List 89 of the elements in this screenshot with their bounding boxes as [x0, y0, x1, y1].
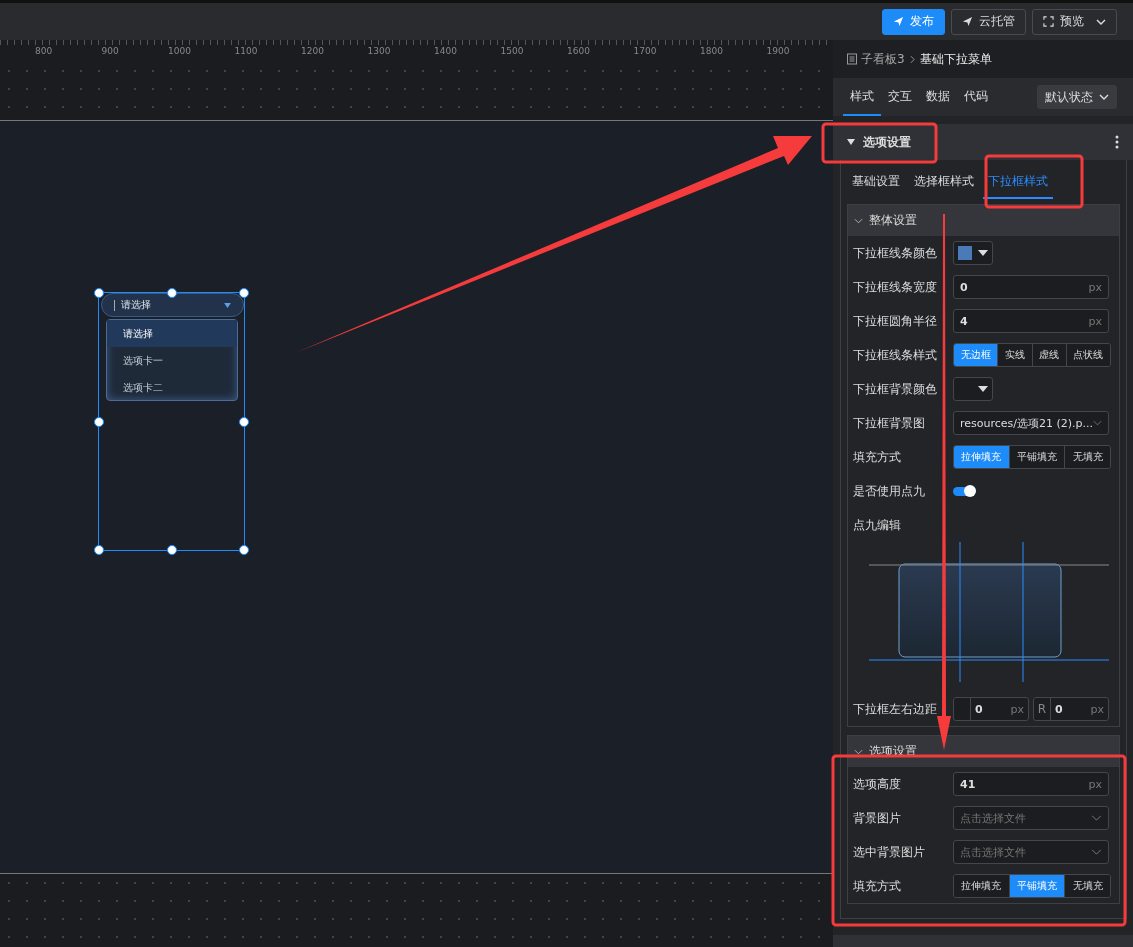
chevron-down-icon	[1091, 849, 1102, 855]
breadcrumb-current: 基础下拉菜单	[919, 50, 992, 68]
segment-option[interactable]: 拉伸填充	[954, 875, 1009, 897]
group-title: 整体设置	[869, 212, 917, 229]
chevron-right-icon	[909, 54, 915, 64]
chevron-down-icon	[854, 748, 863, 755]
group-header[interactable]: 整体设置	[848, 205, 1119, 236]
number-input[interactable]: R 0 px	[1033, 697, 1109, 721]
state-dropdown[interactable]: 默认状态	[1037, 85, 1117, 109]
section-title: 选项设置	[863, 133, 912, 151]
number-input[interactable]: 0 px	[953, 697, 1029, 721]
dropdown-option[interactable]: 选项卡二	[107, 374, 237, 401]
panel-tab[interactable]: 数据	[919, 78, 957, 116]
panel-tab[interactable]: 样式	[843, 78, 881, 116]
fullscreen-icon	[1043, 16, 1054, 27]
field-label: 点九编辑	[853, 517, 902, 534]
segment-option[interactable]: 平铺填充	[1008, 446, 1065, 468]
select-field[interactable]: resources/选项21 (2).p...	[953, 411, 1109, 435]
ruler-label: 1400	[434, 45, 458, 58]
field-label: 下拉框线条颜色	[853, 245, 938, 261]
field-label: 下拉框背景颜色	[853, 381, 938, 397]
number-input[interactable]: 41 px	[953, 772, 1109, 796]
side-label: R	[1037, 702, 1047, 716]
ruler-label: 1300	[367, 45, 392, 58]
chevron-down-icon	[1099, 94, 1109, 100]
more-icon[interactable]	[1115, 135, 1119, 149]
segment-option[interactable]: 无填充	[1064, 875, 1110, 897]
sub-tab[interactable]: 基础设置	[847, 165, 905, 199]
field-label: 选中背景图片	[853, 844, 926, 860]
ruler-label: 1500	[500, 45, 525, 58]
ruler-label: 1700	[633, 45, 658, 58]
paper-plane-icon	[893, 16, 904, 27]
segment-option[interactable]: 实线	[997, 344, 1032, 366]
field-label: 填充方式	[853, 449, 902, 465]
preview-button[interactable]: 预览	[1032, 8, 1117, 35]
field-label: 填充方式	[853, 878, 902, 894]
field-label: 下拉框线条样式	[853, 347, 938, 363]
resize-handle[interactable]	[166, 545, 177, 555]
dropdown-select[interactable]: 请选择	[101, 293, 244, 317]
select-field[interactable]: 点击选择文件	[953, 840, 1109, 864]
field-label: 下拉框线条宽度	[853, 279, 938, 295]
color-picker[interactable]	[953, 377, 993, 401]
field-label: 是否使用点九	[853, 483, 926, 499]
ruler-label: 1000	[168, 45, 192, 58]
caret-icon	[847, 139, 855, 145]
chevron-down-icon	[854, 217, 863, 224]
color-picker[interactable]	[953, 241, 993, 265]
ruler-label: 800	[35, 45, 54, 58]
ruler-label: 1200	[301, 45, 325, 58]
chevron-down-icon	[1096, 18, 1106, 25]
cloud-hosting-button[interactable]: 云托管	[951, 8, 1026, 35]
ruler-label: 1800	[700, 45, 724, 58]
dropdown-option[interactable]: 选项卡一	[107, 347, 237, 374]
triangle-down-icon	[978, 386, 988, 392]
resize-handle[interactable]	[94, 416, 104, 427]
ruler-label: 900	[101, 45, 120, 58]
paper-plane-icon	[962, 16, 973, 27]
ruler-label: 1600	[567, 45, 591, 58]
breadcrumb-link[interactable]: 子看板3	[861, 50, 905, 68]
resize-handle[interactable]	[239, 545, 249, 555]
field-label: 下拉框左右边距	[853, 701, 938, 717]
panel-tab[interactable]: 交互	[881, 78, 919, 116]
document-icon	[846, 53, 858, 65]
ruler-label: 1100	[234, 45, 259, 58]
segment-option[interactable]: 虚线	[1031, 344, 1066, 366]
select-field[interactable]: 点击选择文件	[953, 806, 1109, 830]
chevron-down-icon	[1091, 815, 1102, 821]
resize-handle[interactable]	[94, 545, 104, 555]
field-label: 背景图片	[853, 810, 902, 826]
number-input[interactable]: 0 px	[953, 275, 1109, 299]
triangle-down-icon	[978, 250, 988, 256]
triangle-down-icon	[224, 302, 231, 308]
segment-option[interactable]: 点状线	[1065, 344, 1110, 366]
resize-handle[interactable]	[239, 288, 249, 298]
field-label: 选项高度	[853, 776, 902, 792]
resize-handle[interactable]	[239, 416, 249, 427]
field-label: 下拉框圆角半径	[853, 313, 938, 329]
number-input[interactable]: 4 px	[953, 309, 1109, 333]
panel-tab[interactable]: 代码	[957, 78, 995, 116]
section-header[interactable]: 选项设置	[833, 124, 1133, 160]
dropdown-option[interactable]: 请选择	[107, 320, 237, 347]
segment-option[interactable]: 无填充	[1064, 446, 1110, 468]
field-label: 下拉框背景图	[853, 415, 926, 431]
sub-tab[interactable]: 选择框样式	[909, 165, 979, 199]
resize-handle[interactable]	[94, 288, 104, 298]
toggle-switch[interactable]	[953, 486, 975, 496]
sub-tab[interactable]: 下拉框样式	[983, 165, 1053, 199]
chevron-down-icon	[1093, 420, 1102, 426]
ruler-label: 1900	[766, 45, 791, 58]
